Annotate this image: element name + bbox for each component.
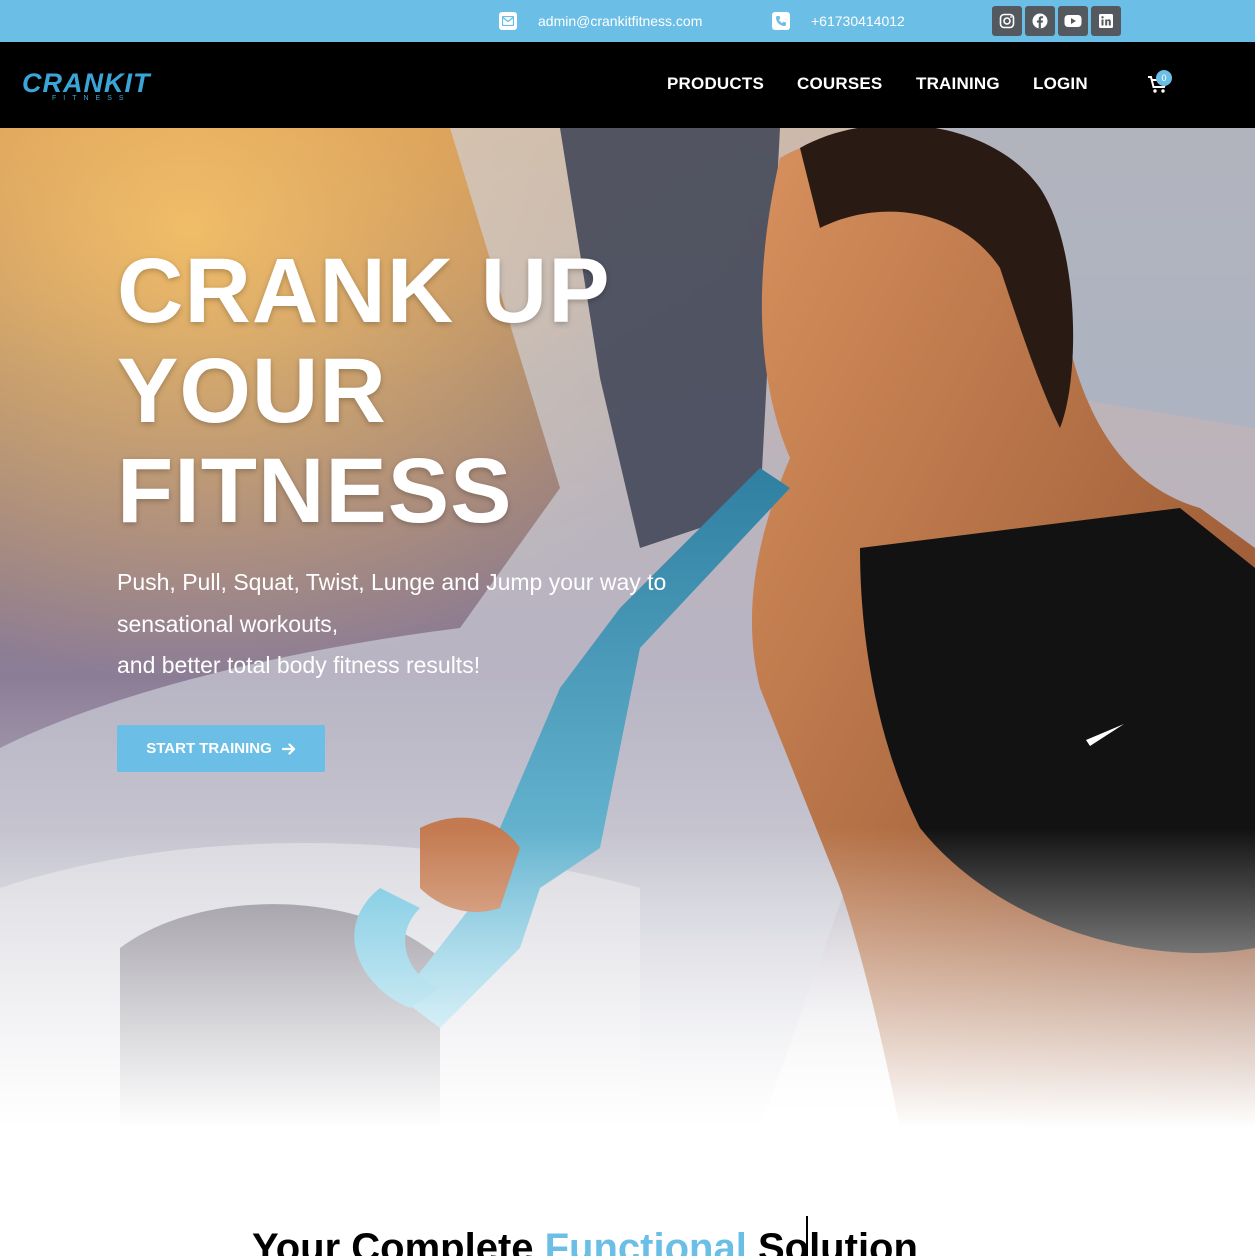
phone-contact[interactable]: +61730414012 (772, 0, 905, 42)
top-info-bar: admin@crankitfitness.com +61730414012 (0, 0, 1255, 42)
linkedin-icon[interactable] (1091, 6, 1121, 36)
site-header: CRANKIT FITNESS PRODUCTS COURSES TRAININ… (0, 42, 1255, 128)
hero-title-line: FITNESS (117, 440, 513, 542)
arrow-right-icon (281, 742, 296, 756)
email-text[interactable]: admin@crankitfitness.com (538, 13, 702, 29)
phone-text[interactable]: +61730414012 (811, 13, 905, 29)
hero-subtitle: Push, Pull, Squat, Twist, Lunge and Jump… (117, 562, 757, 687)
hero-title-line: CRANK UP (117, 240, 611, 342)
hero-section: CRANK UP YOUR FITNESS Push, Pull, Squat,… (0, 128, 1255, 1128)
text-cursor-divider (806, 1216, 808, 1256)
hero-subtitle-line: Push, Pull, Squat, Twist, Lunge and Jump… (117, 569, 667, 595)
crankit-logo[interactable]: CRANKIT FITNESS (22, 68, 154, 102)
phone-icon (772, 12, 790, 30)
nav-login[interactable]: LOGIN (1033, 74, 1088, 94)
hero-title-line: YOUR (117, 340, 387, 442)
start-training-button[interactable]: START TRAINING (117, 725, 325, 772)
instagram-icon[interactable] (992, 6, 1022, 36)
email-contact[interactable]: admin@crankitfitness.com (499, 0, 702, 42)
youtube-icon[interactable] (1058, 6, 1088, 36)
nav-courses[interactable]: COURSES (797, 74, 882, 94)
hero-subtitle-line: sensational workouts, (117, 610, 339, 637)
section-heading-suffix: Solution (746, 1226, 918, 1256)
section-heading: Your Complete Functional Solution (252, 1224, 918, 1256)
section-heading-highlight: Functional (544, 1226, 747, 1256)
facebook-icon[interactable] (1025, 6, 1055, 36)
nav-training[interactable]: TRAINING (916, 74, 1000, 94)
hero-subtitle-line: and better total body fitness results! (117, 652, 481, 678)
section-heading-prefix: Your Complete (252, 1226, 545, 1256)
nav-products[interactable]: PRODUCTS (667, 74, 764, 94)
envelope-icon (499, 12, 517, 30)
start-training-label: START TRAINING (146, 740, 272, 757)
hero-title: CRANK UP YOUR FITNESS (117, 241, 611, 541)
cart-count-badge: 0 (1156, 70, 1172, 86)
svg-text:FITNESS: FITNESS (52, 95, 131, 102)
svg-text:CRANKIT: CRANKIT (22, 68, 152, 98)
social-links (992, 6, 1121, 36)
